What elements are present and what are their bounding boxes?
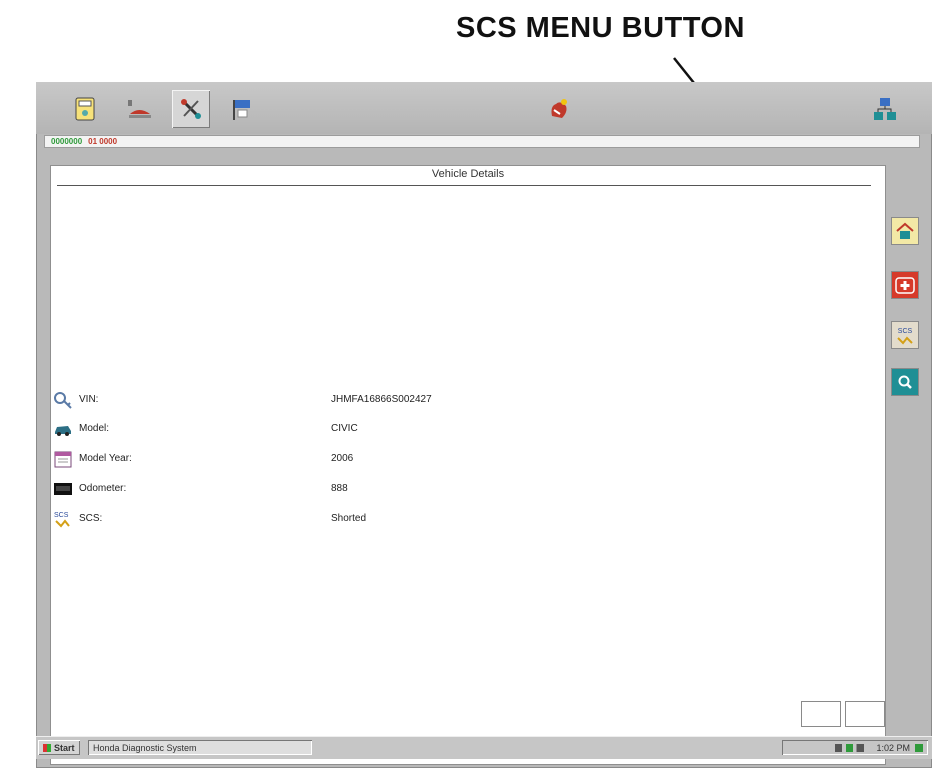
- hand-clean-icon[interactable]: [540, 90, 578, 128]
- first-aid-button[interactable]: [892, 272, 918, 298]
- detail-label-model-year: Model Year:: [79, 453, 132, 464]
- scs-connector-icon: SCS: [54, 512, 70, 528]
- back-button[interactable]: [802, 702, 840, 726]
- home-button[interactable]: [892, 218, 918, 244]
- search-help-icon: [897, 374, 913, 390]
- status-code-red: 01 0000: [88, 137, 118, 146]
- detail-value-vin: JHMFA16866S002427: [331, 394, 432, 405]
- start-label: Start: [54, 742, 75, 753]
- status-code-green: 0000000: [51, 137, 83, 146]
- detail-label-scs: SCS:: [79, 513, 103, 524]
- app-window: 0000000 01 0000 Vehicle Details VIN: JHM…: [36, 82, 932, 768]
- detail-row-scs: SCS SCS: Shorted: [51, 509, 885, 529]
- scs-menu-label: SCS: [898, 328, 913, 335]
- detail-row-model-year: Model Year: 2006: [51, 449, 885, 469]
- detail-value-scs: Shorted: [331, 513, 367, 524]
- next-button[interactable]: [846, 702, 884, 726]
- detail-row-odometer: Odometer: 888: [51, 479, 885, 499]
- detail-value-model-year: 2006: [331, 453, 354, 464]
- scs-menu-icon: SCS: [897, 328, 913, 345]
- taskbar-app-label: Honda Diagnostic System: [93, 742, 197, 753]
- detail-value-odometer: 888: [331, 483, 348, 494]
- search-help-button[interactable]: [892, 369, 918, 395]
- system-tray: 1:02 PM: [782, 740, 928, 755]
- odometer-icon: [54, 483, 72, 495]
- detail-row-vin: VIN: JHMFA16866S002427: [51, 390, 885, 410]
- vehicle-lift-icon[interactable]: [120, 90, 158, 128]
- taskbar: Start Honda Diagnostic System 1:02 PM: [36, 736, 932, 759]
- tray-edge-icon: [915, 743, 923, 752]
- detail-value-model: CIVIC: [331, 423, 358, 434]
- vehicle-details-panel: Vehicle Details VIN: JHMFA16866S002427 M…: [51, 166, 885, 764]
- detail-label-model: Model:: [79, 423, 110, 434]
- panel-divider: [57, 185, 871, 186]
- status-bar: 0000000 01 0000: [44, 135, 920, 148]
- svg-text:SCS: SCS: [54, 512, 69, 519]
- home-icon: [896, 222, 914, 239]
- scs-menu-button[interactable]: SCS: [892, 322, 918, 348]
- toolbar: [36, 82, 932, 134]
- calendar-icon: [54, 451, 72, 468]
- tools-icon[interactable]: [172, 90, 210, 128]
- flag-icon[interactable]: [222, 90, 260, 128]
- detail-row-model: Model: CIVIC: [51, 419, 885, 439]
- network-diagnostic-icon[interactable]: [866, 90, 904, 128]
- first-aid-icon: [895, 277, 915, 294]
- clock[interactable]: 1:02 PM: [876, 743, 910, 753]
- tray-icons: [835, 743, 872, 752]
- manual-book-icon[interactable]: [66, 90, 104, 128]
- start-button[interactable]: Start: [38, 740, 80, 755]
- key-icon: [54, 392, 72, 409]
- panel-title: Vehicle Details: [431, 168, 505, 180]
- detail-label-odometer: Odometer:: [79, 483, 127, 494]
- detail-label-vin: VIN:: [79, 394, 99, 405]
- car-icon: [55, 426, 71, 436]
- taskbar-app-item[interactable]: Honda Diagnostic System: [88, 740, 312, 755]
- windows-logo-icon: [43, 743, 51, 752]
